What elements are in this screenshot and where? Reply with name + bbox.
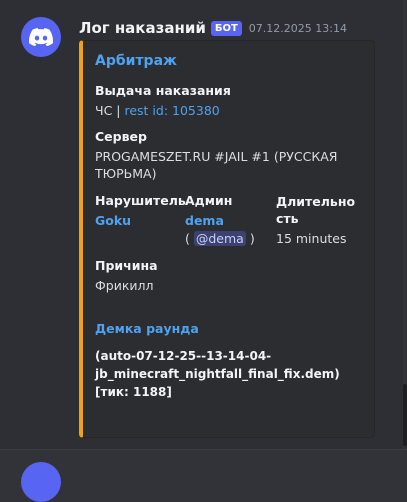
timestamp[interactable]: 07.12.2025 13:14 bbox=[249, 22, 347, 35]
mention-open-paren: ( bbox=[185, 231, 190, 246]
field-violator-label: Нарушитель bbox=[95, 193, 186, 208]
field-reason-value: Фрикилл bbox=[95, 278, 154, 293]
username[interactable]: Лог наказаний bbox=[79, 19, 206, 37]
message-header: Лог наказаний БОТ 07.12.2025 13:14 bbox=[79, 17, 347, 39]
demo-line-3: [тик: 1188] bbox=[95, 385, 172, 399]
demo-title: Демка раунда bbox=[95, 321, 199, 336]
admin-mention[interactable]: @dema bbox=[193, 231, 246, 246]
demo-text: (auto-07-12-25--13-14-04- jb_minecraft_n… bbox=[95, 347, 365, 401]
field-server-label: Сервер bbox=[95, 129, 147, 144]
field-issue-value: ЧС | rest id: 105380 bbox=[95, 102, 220, 119]
issue-prefix: ЧС | bbox=[95, 103, 125, 118]
field-server-value: PROGAMESZET.RU #JAIL #1 (РУССКАЯ ТЮРЬМА) bbox=[95, 149, 338, 181]
field-issue-label: Выдача наказания bbox=[95, 83, 231, 98]
embed-card: Арбитраж Выдача наказания ЧС | rest id: … bbox=[79, 40, 375, 438]
admin-link[interactable]: dema bbox=[185, 212, 224, 229]
next-message-background bbox=[0, 450, 403, 470]
rest-id-link[interactable]: rest id: 105380 bbox=[124, 103, 219, 118]
violator-link[interactable]: Goku bbox=[95, 212, 131, 229]
field-admin-label: Админ bbox=[185, 193, 233, 208]
discord-logo-icon bbox=[29, 28, 53, 46]
bot-tag: БОТ bbox=[210, 20, 242, 36]
embed-title: Арбитраж bbox=[95, 53, 177, 69]
next-message-avatar[interactable] bbox=[21, 462, 61, 502]
demo-line-1: (auto-07-12-25--13-14-04- bbox=[95, 349, 272, 363]
scrollbar-thumb[interactable] bbox=[403, 384, 407, 446]
admin-mention-row: ( @dema ) bbox=[185, 230, 255, 247]
message-divider bbox=[0, 449, 407, 450]
demo-line-2: jb_minecraft_nightfall_final_fix.dem) bbox=[95, 367, 340, 381]
avatar[interactable] bbox=[21, 17, 61, 57]
mention-close-paren: ) bbox=[249, 231, 255, 246]
field-reason-label: Причина bbox=[95, 258, 158, 273]
field-duration-label: Длительность bbox=[276, 194, 356, 226]
field-duration-value: 15 minutes bbox=[276, 231, 347, 246]
